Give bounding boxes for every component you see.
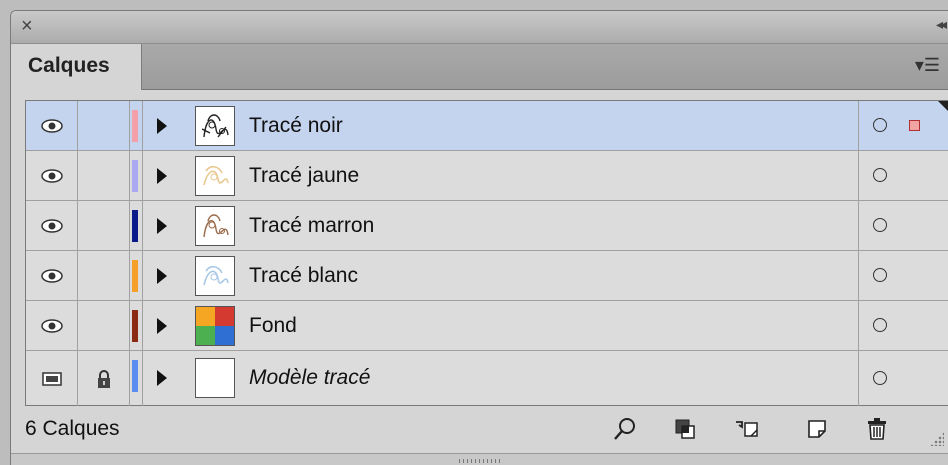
visibility-toggle[interactable] [26,201,78,250]
target-cell[interactable] [858,301,948,350]
layer-name[interactable]: Tracé noir [249,114,343,138]
eye-icon [40,318,63,333]
expand-arrow-icon[interactable] [157,218,167,234]
layer-row[interactable]: Tracé noir [26,101,948,151]
target-circle-icon[interactable] [873,318,887,332]
visibility-toggle[interactable] [26,251,78,300]
close-icon[interactable]: × [21,14,33,38]
lock-toggle[interactable] [78,301,130,350]
layer-name[interactable]: Fond [249,314,297,338]
panel-bottom-bar [11,453,948,465]
layer-main-cell[interactable]: Tracé noir [142,101,858,150]
expand-arrow-icon[interactable] [157,118,167,134]
resize-grip-icon[interactable] [930,432,944,446]
layer-name[interactable]: Tracé marron [249,214,374,238]
layer-color-swatch [132,260,138,292]
visibility-toggle[interactable] [26,101,78,150]
make-clipping-mask-icon[interactable] [671,415,699,443]
lock-toggle[interactable] [78,351,130,406]
blank-thumbnail [195,358,235,398]
target-cell[interactable] [858,101,948,150]
layer-row[interactable]: Fond [26,301,948,351]
eye-icon [40,268,63,283]
layer-name[interactable]: Tracé blanc [249,264,358,288]
layer-row[interactable]: Tracé blanc [26,251,948,301]
double-chevron-right-icon[interactable]: ◂◂ [936,16,947,33]
target-cell[interactable] [858,351,948,406]
eye-icon [40,218,63,233]
layers-list: Tracé noir Tracé jaune Tracé marron Trac… [25,100,948,406]
new-layer-icon[interactable] [803,415,831,443]
layer-main-cell[interactable]: Tracé jaune [142,151,858,200]
trash-icon[interactable] [863,415,891,443]
target-cell[interactable] [858,251,948,300]
lock-toggle[interactable] [78,251,130,300]
create-sublayer-icon[interactable] [733,415,761,443]
drag-handle-icon[interactable] [459,459,503,463]
trace-marron-thumbnail [195,206,235,246]
layer-color-swatch [132,110,138,142]
tab-label: Calques [28,54,110,77]
expand-arrow-icon[interactable] [157,268,167,284]
tab-calques[interactable]: Calques [11,44,142,90]
lock-icon [97,369,110,388]
trace-noir-thumbnail [195,106,235,146]
eye-icon [40,118,63,133]
expand-arrow-icon[interactable] [157,168,167,184]
target-circle-icon[interactable] [873,118,887,132]
panel-footer: 6 Calques [11,406,948,450]
trace-blanc-thumbnail [195,256,235,296]
expand-arrow-icon[interactable] [157,370,167,386]
visibility-toggle[interactable] [26,301,78,350]
target-circle-icon[interactable] [873,168,887,182]
layers-panel: × ◂◂ Calques ▾☰ Tracé noir Tracé jaune T… [10,10,948,465]
layer-name[interactable]: Modèle tracé [249,366,370,390]
search-icon[interactable] [611,415,639,443]
layer-row[interactable]: Tracé jaune [26,151,948,201]
layer-color-swatch [132,310,138,342]
panel-tab-row: Calques ▾☰ [11,44,948,90]
eye-icon [40,168,63,183]
lock-toggle[interactable] [78,151,130,200]
layer-row[interactable]: Modèle tracé [26,351,948,406]
trace-jaune-thumbnail [195,156,235,196]
target-cell[interactable] [858,201,948,250]
panel-menu-icon[interactable]: ▾☰ [915,55,940,76]
layer-main-cell[interactable]: Fond [142,301,858,350]
layer-main-cell[interactable]: Tracé blanc [142,251,858,300]
layer-main-cell[interactable]: Tracé marron [142,201,858,250]
visibility-toggle[interactable] [26,151,78,200]
expand-arrow-icon[interactable] [157,318,167,334]
layer-row[interactable]: Tracé marron [26,201,948,251]
current-layer-indicator [938,101,948,113]
layer-name[interactable]: Tracé jaune [249,164,359,188]
fond-thumbnail [195,306,235,346]
target-circle-icon[interactable] [873,371,887,385]
target-circle-icon[interactable] [873,268,887,282]
visibility-toggle[interactable] [26,351,78,406]
layer-color-swatch [132,210,138,242]
target-circle-icon[interactable] [873,218,887,232]
lock-toggle[interactable] [78,101,130,150]
panel-titlebar: × ◂◂ [11,11,948,44]
template-icon [41,371,62,386]
layer-color-swatch [132,360,138,392]
lock-toggle[interactable] [78,201,130,250]
layer-color-swatch [132,160,138,192]
layer-main-cell[interactable]: Modèle tracé [142,351,858,406]
selection-indicator-icon[interactable] [909,120,920,131]
layer-count: 6 Calques [25,417,120,440]
target-cell[interactable] [858,151,948,200]
